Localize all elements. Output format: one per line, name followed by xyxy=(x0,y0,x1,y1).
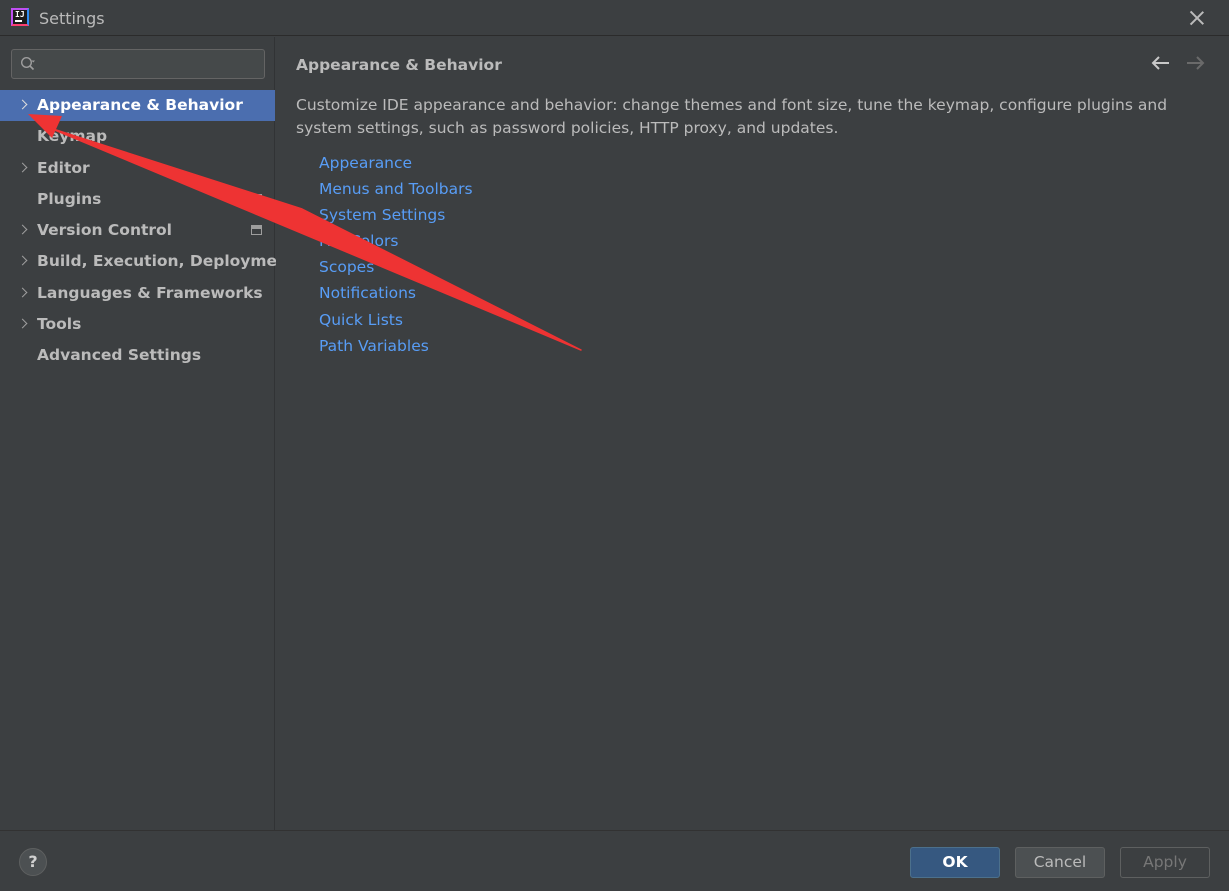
close-window-button[interactable] xyxy=(1187,8,1207,28)
cancel-button[interactable]: Cancel xyxy=(1015,847,1105,878)
chevron-right-icon[interactable] xyxy=(17,318,28,329)
sidebar-item-label: Appearance & Behavior xyxy=(37,96,243,114)
sidebar-item-languages-frameworks[interactable]: Languages & Frameworks xyxy=(0,278,275,309)
sidebar-item-editor[interactable]: Editor xyxy=(0,153,275,184)
chevron-right-icon[interactable] xyxy=(17,256,28,266)
dialog-footer: ? OK Cancel Apply xyxy=(0,830,1229,891)
link-menus-and-toolbars[interactable]: Menus and Toolbars xyxy=(319,176,473,202)
link-quick-lists[interactable]: Quick Lists xyxy=(319,307,473,333)
title-bar: IJ Settings xyxy=(0,0,1229,36)
link-path-variables[interactable]: Path Variables xyxy=(319,333,473,359)
help-button[interactable]: ? xyxy=(19,848,47,876)
search-icon xyxy=(20,56,35,71)
link-system-settings[interactable]: System Settings xyxy=(319,202,473,228)
sidebar-item-advanced-settings[interactable]: Advanced Settings xyxy=(0,340,275,371)
subsection-links: Appearance Menus and Toolbars System Set… xyxy=(319,150,473,359)
sidebar-item-appearance-behavior[interactable]: Appearance & Behavior xyxy=(0,90,275,122)
sidebar-item-plugins[interactable]: Plugins xyxy=(0,184,275,215)
sidebar-item-label: Build, Execution, Deployment xyxy=(37,252,296,271)
settings-sidebar: Appearance & Behavior Keymap Editor Plug… xyxy=(0,37,296,830)
sidebar-item-label: Plugins xyxy=(37,189,102,208)
sidebar-item-label: Editor xyxy=(37,158,90,177)
sidebar-item-label: Advanced Settings xyxy=(37,346,202,365)
chevron-right-icon[interactable] xyxy=(17,99,28,110)
window-title: Settings xyxy=(39,9,105,28)
link-file-colors[interactable]: File Colors xyxy=(319,228,473,254)
section-description: Customize IDE appearance and behavior: c… xyxy=(296,96,1168,137)
search-field[interactable] xyxy=(11,49,265,79)
sidebar-item-version-control[interactable]: Version Control xyxy=(0,215,275,246)
intellij-app-icon: IJ xyxy=(11,8,29,26)
page-title: Appearance & Behavior xyxy=(296,56,502,74)
settings-tree: Appearance & Behavior Keymap Editor Plug… xyxy=(0,90,296,372)
forward-arrow-icon[interactable] xyxy=(1184,54,1206,72)
search-input[interactable] xyxy=(46,54,256,74)
sidebar-item-label: Keymap xyxy=(37,127,108,146)
back-arrow-icon[interactable] xyxy=(1150,54,1172,72)
project-level-icon xyxy=(251,225,262,236)
sidebar-item-label: Languages & Frameworks xyxy=(37,283,263,302)
link-scopes[interactable]: Scopes xyxy=(319,254,473,280)
chevron-right-icon[interactable] xyxy=(17,287,28,298)
chevron-right-icon[interactable] xyxy=(17,162,28,173)
settings-content: Appearance & Behavior Customize IDE appe… xyxy=(276,37,1229,830)
apply-button[interactable]: Apply xyxy=(1120,847,1210,878)
link-notifications[interactable]: Notifications xyxy=(319,280,473,306)
sidebar-item-keymap[interactable]: Keymap xyxy=(0,121,275,152)
sidebar-item-tools[interactable]: Tools xyxy=(0,309,275,340)
project-level-icon xyxy=(251,193,262,204)
link-appearance[interactable]: Appearance xyxy=(319,150,473,176)
ok-button[interactable]: OK xyxy=(910,847,1000,878)
sidebar-item-label: Tools xyxy=(37,315,82,334)
sidebar-item-build-execution-deployment[interactable]: Build, Execution, Deployment xyxy=(0,246,296,277)
chevron-right-icon[interactable] xyxy=(17,224,28,235)
sidebar-item-label: Version Control xyxy=(37,221,172,240)
